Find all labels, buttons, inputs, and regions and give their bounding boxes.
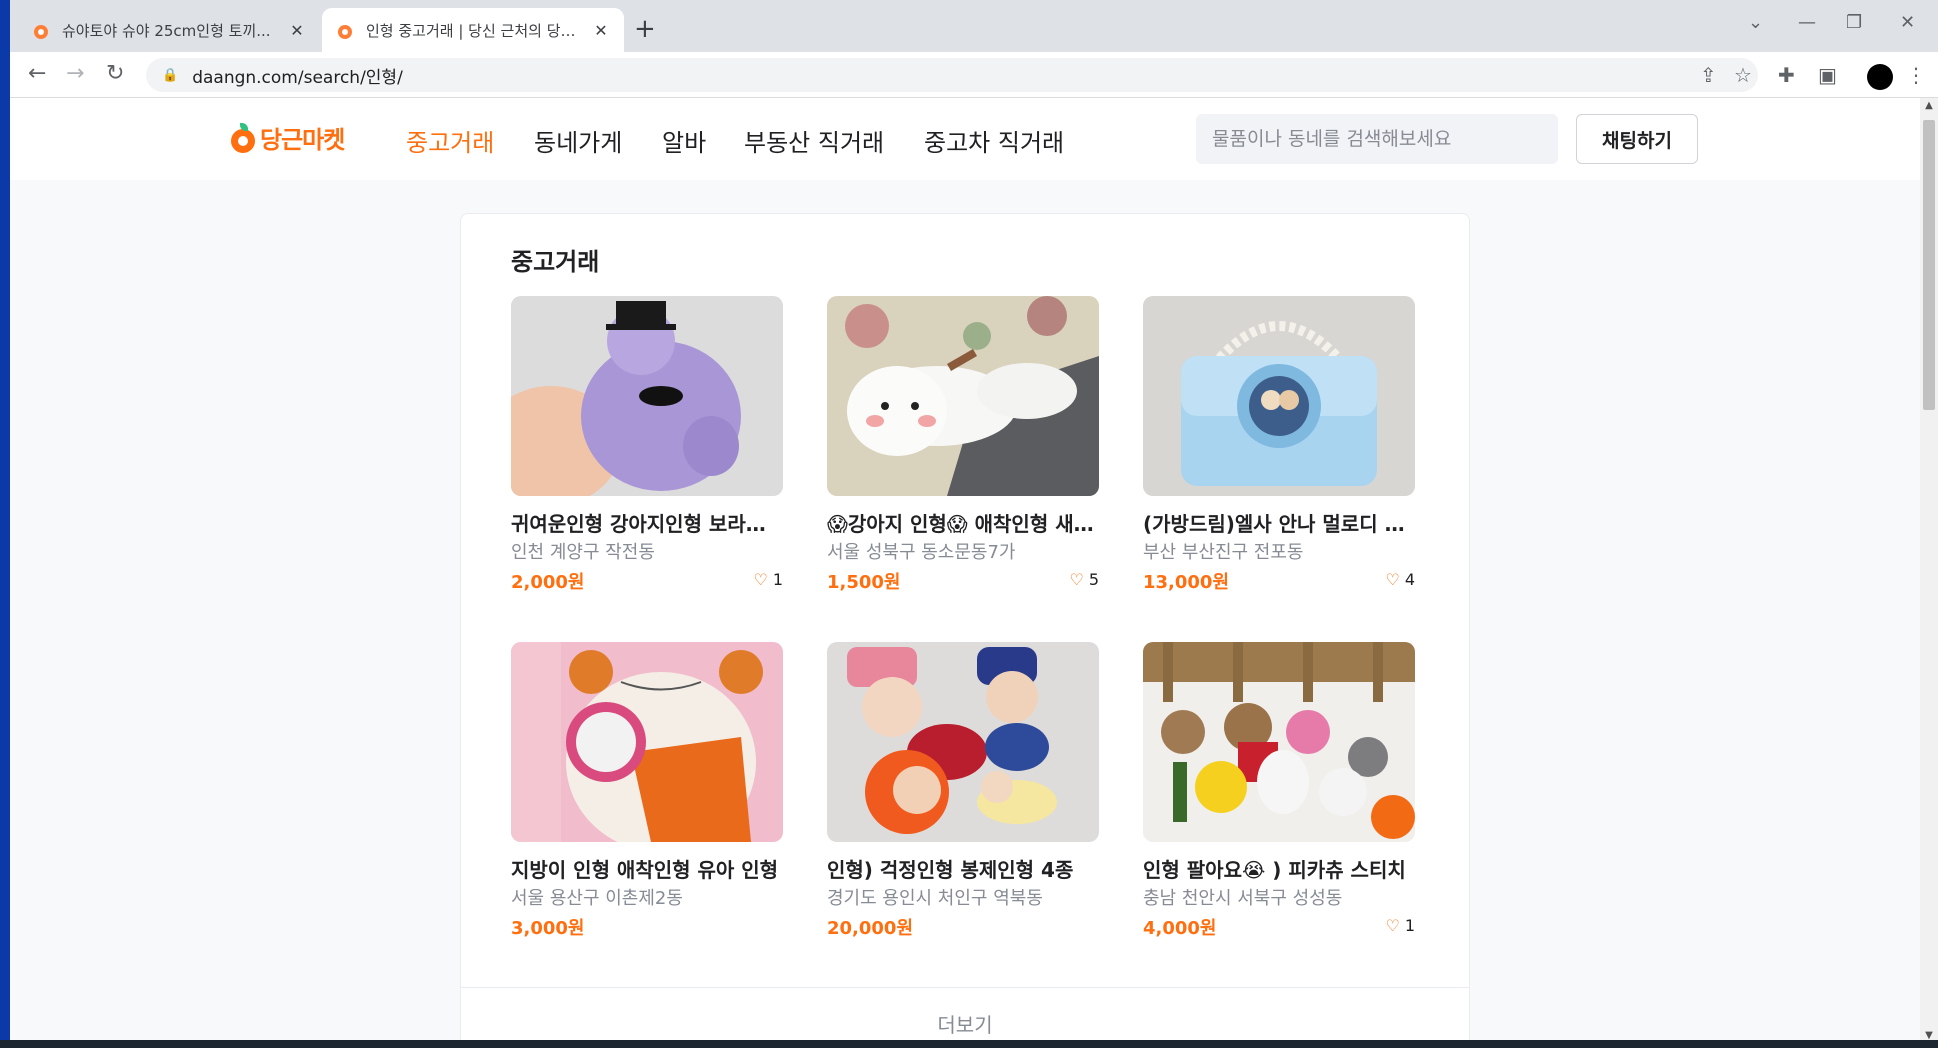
results-card: 중고거래 귀여운인형 강아지인형 보라색 곰돌이 인천 계양구 작전동 2,00 [460, 213, 1470, 1048]
tab-title: 슈야토야 슈야 25cm인형 토끼... [62, 21, 271, 40]
desktop-edge [0, 0, 10, 1048]
product-image[interactable] [511, 642, 783, 842]
product-location: 부산 부산진구 전포동 [1143, 542, 1304, 563]
like-count: ♡ 4 [1385, 570, 1415, 589]
reload-icon[interactable]: ↻ [106, 60, 124, 88]
product-image[interactable] [1143, 642, 1415, 842]
tab-search-icon[interactable]: ⌄ [1748, 12, 1763, 33]
product-card[interactable]: 귀여운인형 강아지인형 보라색 곰돌이 인천 계양구 작전동 2,000원 ♡1 [511, 296, 783, 596]
product-price: 4,000원 [1143, 918, 1217, 939]
browser-toolbar: ← → ↻ 🔒 daangn.com/search/인형/ ⇪ ☆ ✚ ▣ ⋮ [10, 52, 1938, 98]
close-window-icon[interactable]: ✕ [1900, 12, 1915, 33]
menu-kebab-icon[interactable]: ⋮ [1906, 63, 1926, 87]
product-image[interactable] [1143, 296, 1415, 496]
nav-real-estate[interactable]: 부동산 직거래 [744, 123, 884, 158]
forward-icon[interactable]: → [66, 60, 84, 88]
nav-used-trade[interactable]: 중고거래 [406, 123, 494, 158]
divider [461, 987, 1469, 988]
product-card[interactable]: 😱강아지 인형😱 애착인형 새상품 서울 성북구 동소문동7가 1,500원 ♡… [827, 296, 1099, 596]
nav-used-car[interactable]: 중고차 직거래 [924, 123, 1064, 158]
product-title[interactable]: 지방이 인형 애착인형 유아 인형 [511, 854, 783, 883]
new-tab-button[interactable]: + [634, 14, 656, 44]
carrot-logo-icon [230, 122, 256, 153]
product-card[interactable]: 인형 팔아요😭 ) 피카츄 스티치 충남 천안시 서북구 성성동 4,000원 … [1143, 642, 1415, 942]
browser-window: 슈야토야 슈야 25cm인형 토끼... ✕ 인형 중고거래 | 당신 근처의 … [10, 0, 1938, 1048]
product-image[interactable] [827, 642, 1099, 842]
heart-icon: ♡ [1385, 570, 1400, 589]
minimize-icon[interactable]: — [1798, 12, 1816, 33]
product-price: 1,500원 [827, 572, 901, 593]
scroll-thumb[interactable] [1923, 120, 1935, 410]
product-title[interactable]: 인형) 걱정인형 봉제인형 4종 [827, 854, 1099, 883]
like-count: ♡ 5 [1069, 570, 1099, 589]
product-price: 13,000원 [1143, 572, 1230, 593]
section-title: 중고거래 [511, 248, 600, 276]
chat-button[interactable]: 채팅하기 [1576, 114, 1698, 164]
product-location: 서울 용산구 이촌제2동 [511, 888, 683, 909]
more-button[interactable]: 더보기 [461, 1009, 1469, 1038]
product-image[interactable] [827, 296, 1099, 496]
product-title[interactable]: 인형 팔아요😭 ) 피카츄 스티치 [1143, 854, 1415, 883]
nav-local-store[interactable]: 동네가게 [534, 123, 622, 158]
side-panel-icon[interactable]: ▣ [1818, 63, 1837, 87]
tab-inactive[interactable]: 슈야토야 슈야 25cm인형 토끼... ✕ [18, 8, 320, 52]
product-image[interactable] [511, 296, 783, 496]
like-count: ♡ 1 [1385, 916, 1415, 935]
address-bar[interactable]: 🔒 daangn.com/search/인형/ [146, 58, 1758, 92]
back-icon[interactable]: ← [28, 60, 46, 88]
bookmark-star-icon[interactable]: ☆ [1734, 63, 1752, 87]
product-card[interactable]: 지방이 인형 애착인형 유아 인형 서울 용산구 이촌제2동 3,000원 [511, 642, 783, 942]
product-price: 2,000원 [511, 572, 585, 593]
tab-strip: 슈야토야 슈야 25cm인형 토끼... ✕ 인형 중고거래 | 당신 근처의 … [10, 0, 1938, 52]
heart-icon: ♡ [753, 570, 768, 589]
close-tab-icon[interactable]: ✕ [288, 21, 306, 40]
search-input[interactable] [1196, 114, 1558, 164]
extensions-icon[interactable]: ✚ [1778, 63, 1795, 87]
share-icon[interactable]: ⇪ [1700, 63, 1717, 87]
product-title[interactable]: (가방드림)엘사 안나 멀로디 가방 [1143, 508, 1415, 537]
logo-text: 당근마켓 [260, 126, 345, 154]
product-location: 인천 계양구 작전동 [511, 542, 655, 563]
product-card[interactable]: (가방드림)엘사 안나 멀로디 가방 부산 부산진구 전포동 13,000원 ♡… [1143, 296, 1415, 596]
product-location: 충남 천안시 서북구 성성동 [1143, 888, 1343, 909]
url-text: daangn.com/search/인형/ [192, 67, 403, 88]
heart-icon: ♡ [1385, 916, 1400, 935]
product-price: 20,000원 [827, 918, 914, 939]
carrot-favicon-icon [32, 21, 50, 39]
close-tab-icon[interactable]: ✕ [592, 21, 610, 40]
lock-icon: 🔒 [162, 67, 179, 83]
carrot-favicon-icon [336, 21, 354, 39]
daangn-logo[interactable]: 당근마켓 [230, 120, 345, 155]
product-title[interactable]: 귀여운인형 강아지인형 보라색 곰돌이 [511, 508, 783, 537]
product-location: 서울 성북구 동소문동7가 [827, 542, 1016, 563]
heart-icon: ♡ [1069, 570, 1084, 589]
product-title[interactable]: 😱강아지 인형😱 애착인형 새상품 [827, 508, 1099, 537]
site-header: 당근마켓 중고거래 동네가게 알바 부동산 직거래 중고차 직거래 채팅하기 [10, 98, 1920, 180]
profile-avatar[interactable] [1867, 64, 1893, 90]
tab-title: 인형 중고거래 | 당신 근처의 당근마켓 [366, 21, 582, 40]
product-price: 3,000원 [511, 918, 585, 939]
product-card[interactable]: 인형) 걱정인형 봉제인형 4종 경기도 용인시 처인구 역북동 20,000원 [827, 642, 1099, 942]
nav-part-time[interactable]: 알바 [662, 123, 706, 158]
restore-icon[interactable]: ❐ [1846, 12, 1862, 33]
scroll-up-icon[interactable]: ▲ [1920, 100, 1938, 111]
tab-active[interactable]: 인형 중고거래 | 당신 근처의 당근마켓 ✕ [322, 8, 624, 52]
like-count: ♡ 1 [753, 570, 783, 589]
taskbar-edge [0, 1040, 1938, 1048]
page-scrollbar[interactable]: ▲ ▼ [1920, 98, 1938, 1048]
product-location: 경기도 용인시 처인구 역북동 [827, 888, 1043, 909]
